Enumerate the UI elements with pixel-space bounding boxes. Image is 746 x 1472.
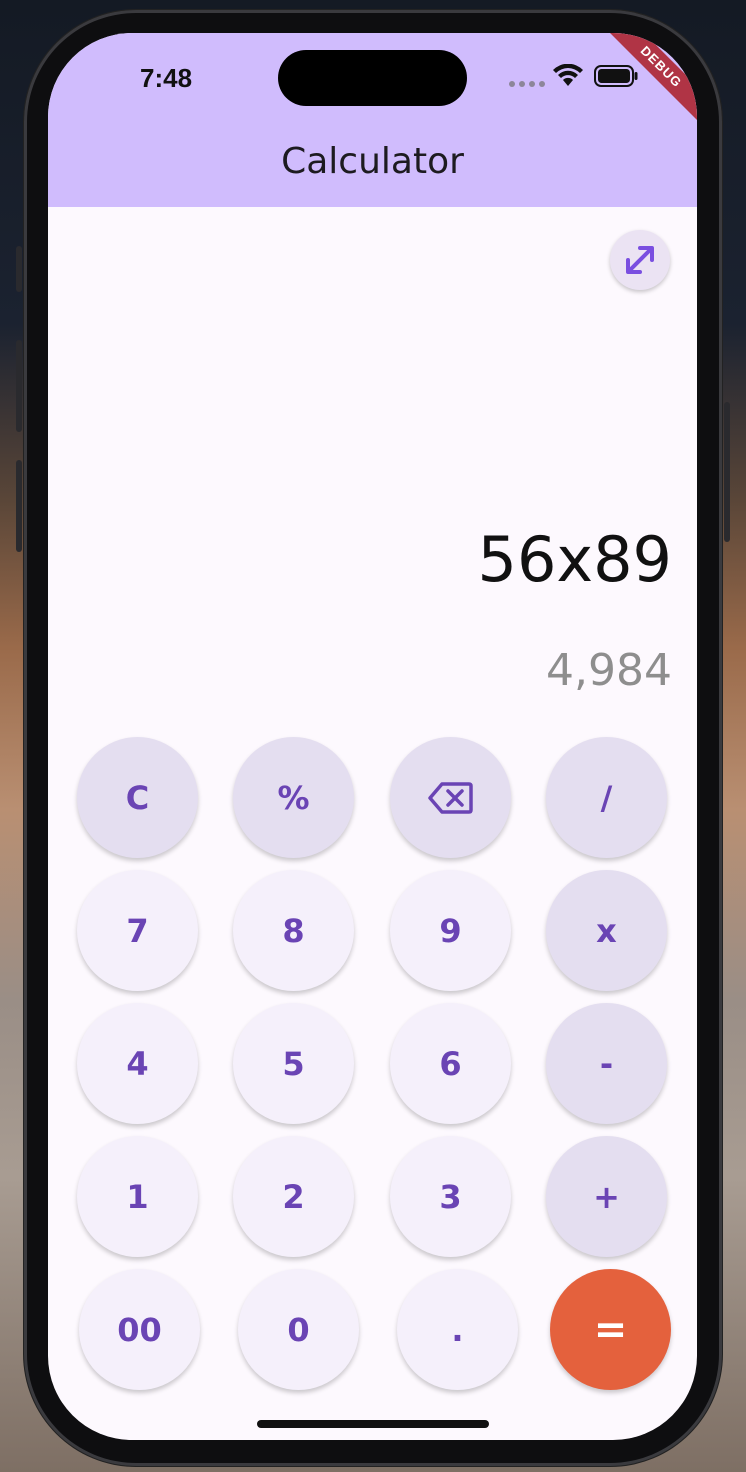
digit-2-button[interactable]: 2 <box>233 1136 354 1257</box>
equals-button[interactable]: = <box>550 1269 671 1390</box>
digit-7-button[interactable]: 7 <box>77 870 198 991</box>
digit-4-button[interactable]: 4 <box>77 1003 198 1124</box>
volume-up-button <box>16 340 22 432</box>
expand-diagonal-icon <box>626 246 654 274</box>
cellular-signal-icon <box>509 81 545 87</box>
volume-down-button <box>16 460 22 552</box>
digit-5-button[interactable]: 5 <box>233 1003 354 1124</box>
digit-0-button[interactable]: 0 <box>238 1269 359 1390</box>
home-indicator[interactable] <box>257 1420 489 1428</box>
battery-icon <box>594 65 638 87</box>
digit-8-button[interactable]: 8 <box>233 870 354 991</box>
digit-6-button[interactable]: 6 <box>390 1003 511 1124</box>
digit-1-button[interactable]: 1 <box>77 1136 198 1257</box>
clear-button[interactable]: C <box>77 737 198 858</box>
subtract-button[interactable]: - <box>546 1003 667 1124</box>
digit-3-button[interactable]: 3 <box>390 1136 511 1257</box>
wifi-icon <box>553 64 583 86</box>
double-zero-button[interactable]: 00 <box>79 1269 200 1390</box>
expand-button[interactable] <box>610 230 670 290</box>
power-button <box>724 402 730 542</box>
dynamic-island <box>278 50 467 106</box>
backspace-button[interactable] <box>390 737 511 858</box>
expression-display: 56x89 <box>477 523 672 596</box>
multiply-button[interactable]: x <box>546 870 667 991</box>
decimal-point-button[interactable]: . <box>397 1269 518 1390</box>
page-title: Calculator <box>281 141 464 182</box>
screen: 7:48 DEBUG Calculator 56x89 4,984 C % / … <box>48 33 697 1440</box>
mute-switch <box>16 246 22 292</box>
backspace-icon <box>427 781 473 814</box>
result-display: 4,984 <box>546 645 672 696</box>
app-bar: 7:48 DEBUG Calculator <box>48 33 697 207</box>
add-button[interactable]: + <box>546 1136 667 1257</box>
divide-button[interactable]: / <box>546 737 667 858</box>
percent-button[interactable]: % <box>233 737 354 858</box>
digit-9-button[interactable]: 9 <box>390 870 511 991</box>
status-time: 7:48 <box>140 63 193 93</box>
